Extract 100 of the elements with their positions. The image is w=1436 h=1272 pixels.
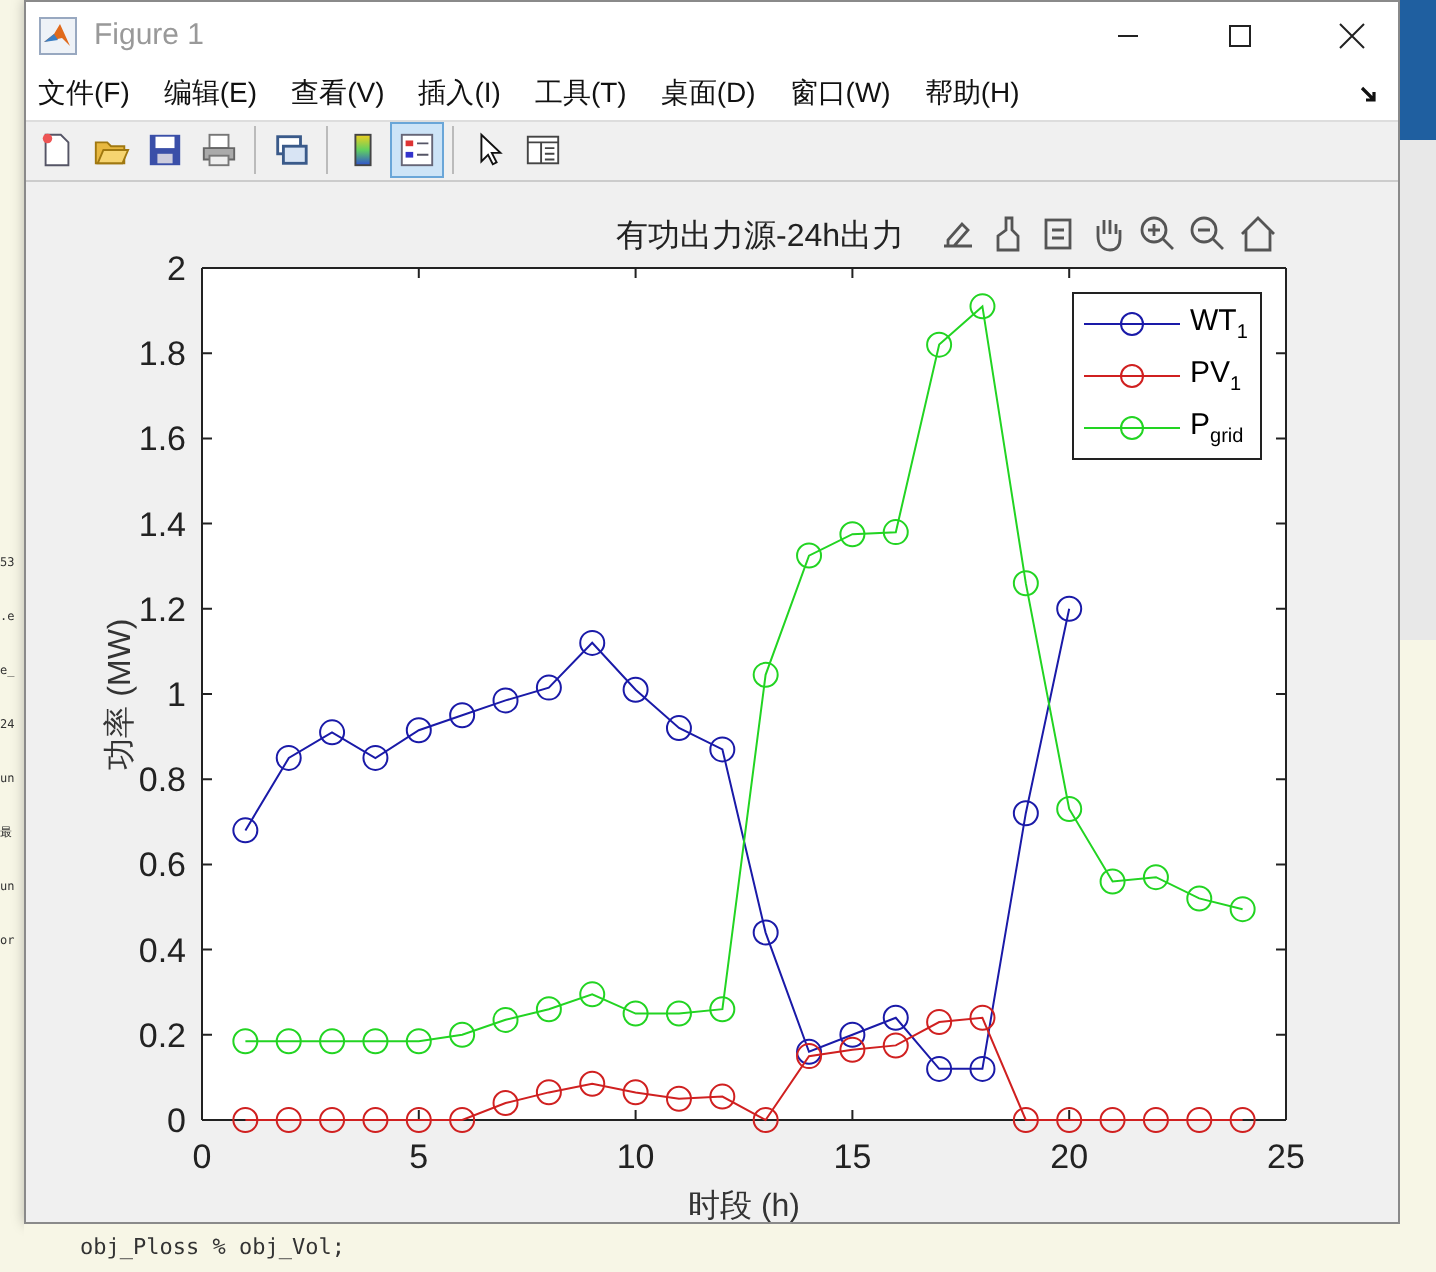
app-logo-icon: [38, 15, 78, 56]
save-icon: [146, 130, 184, 171]
menu-item[interactable]: 查看(V): [291, 76, 385, 113]
data-point: [1186, 1107, 1213, 1133]
zoom-in-icon[interactable]: [1138, 214, 1178, 254]
y-tick-label: 0: [167, 1102, 186, 1140]
legend-label: P$_{grid}$: [1190, 408, 1244, 448]
data-point: [796, 1038, 823, 1065]
data-point: [275, 744, 302, 771]
chart-title: 有功出力源-24h出力: [615, 220, 905, 254]
data-point: [1012, 570, 1039, 597]
menu-item[interactable]: 编辑(E): [163, 76, 258, 113]
data-point: [449, 702, 476, 729]
data-point: [1142, 864, 1169, 891]
data-point: [622, 1000, 649, 1027]
data-point: [579, 981, 606, 1008]
y-tick-label: 1.2: [138, 590, 186, 629]
data-point: [579, 1070, 606, 1097]
data-point: [319, 1028, 346, 1055]
data-point: [275, 1028, 302, 1055]
x-tick-label: 25: [1267, 1138, 1305, 1176]
data-point: [709, 996, 736, 1023]
data-point: [362, 1028, 389, 1055]
y-tick-label: 1.8: [138, 335, 186, 374]
x-tick-label: 5: [409, 1138, 429, 1176]
data-point: [796, 542, 823, 569]
data-point: [232, 1028, 259, 1055]
data-point: [882, 519, 909, 546]
y-tick-label: 0.4: [138, 931, 186, 970]
data-point: [492, 1089, 519, 1116]
data-point: [1099, 1107, 1126, 1133]
data-point: [1099, 868, 1126, 895]
y-axis-label: 功率 (MW): [104, 618, 138, 770]
data-point: [796, 1043, 823, 1070]
data-point: [752, 919, 779, 946]
data-point: [405, 1107, 432, 1133]
data-point: [969, 1004, 996, 1031]
legend-button[interactable]: [390, 122, 444, 179]
legend-label: PV$_{1}$: [1190, 356, 1242, 396]
data-point: [449, 1021, 476, 1048]
data-point: [709, 1083, 736, 1110]
x-tick-label: 15: [833, 1138, 872, 1176]
data-point: [492, 1006, 519, 1033]
legend-line-icon: [1082, 414, 1182, 442]
data-point: [535, 996, 562, 1023]
menu-item[interactable]: 桌面(D): [660, 76, 756, 113]
link-icon: [272, 130, 310, 171]
y-tick-label: 0.8: [138, 761, 186, 800]
data-point: [362, 744, 389, 771]
data-point: [405, 1028, 432, 1055]
data-point: [839, 521, 866, 548]
data-point: [535, 674, 562, 701]
y-tick-label: 0.2: [138, 1016, 186, 1055]
data-point: [232, 1107, 259, 1133]
data-point: [839, 1036, 866, 1063]
data-point: [969, 293, 996, 320]
data-point: [1142, 1107, 1169, 1133]
menu-item[interactable]: 文件(F): [38, 76, 130, 113]
data-point: [1229, 896, 1256, 923]
data-point: [1056, 1107, 1083, 1133]
zoom-out-icon[interactable]: [1188, 214, 1228, 254]
print-icon: [200, 130, 238, 171]
data-point: [449, 1107, 476, 1133]
data-point: [926, 1055, 953, 1082]
y-tick-label: 1: [167, 676, 186, 714]
data-point: [622, 676, 649, 703]
data-point: [362, 1107, 389, 1133]
y-tick-label: 2: [167, 250, 186, 288]
arrow-icon[interactable]: [1358, 82, 1382, 107]
data-point: [665, 1085, 692, 1112]
menu-item[interactable]: 工具(T): [534, 76, 627, 113]
data-point: [275, 1107, 302, 1133]
data-point: [1012, 1107, 1039, 1133]
y-tick-label: 0.6: [138, 846, 186, 885]
data-point: [1056, 796, 1083, 822]
data-point: [882, 1004, 909, 1031]
data-point: [535, 1079, 562, 1106]
data-point: [752, 1107, 779, 1133]
data-point: [969, 1055, 996, 1082]
data-point: [1012, 800, 1039, 827]
data-point: [882, 1032, 909, 1059]
x-axis-label: 时段 (h): [688, 1190, 800, 1222]
home-icon[interactable]: [1238, 214, 1278, 254]
data-point: [622, 1079, 649, 1106]
data-point: [1229, 1107, 1256, 1133]
x-tick-label: 10: [616, 1138, 655, 1176]
menu-item[interactable]: 窗口(W): [789, 76, 891, 113]
data-point: [232, 817, 259, 844]
data-point: [319, 719, 346, 746]
data-point: [319, 1107, 346, 1133]
menu-item[interactable]: 帮助(H): [924, 76, 1020, 113]
data-point: [926, 331, 953, 358]
data-point: [1056, 595, 1083, 622]
data-point: [1186, 885, 1213, 912]
legend-line-icon: [1082, 362, 1182, 390]
y-tick-label: 1.6: [138, 420, 186, 459]
data-point: [579, 629, 606, 656]
menu-item[interactable]: 插入(I): [418, 76, 501, 113]
data-point: [665, 1000, 692, 1027]
data-point: [752, 661, 779, 688]
